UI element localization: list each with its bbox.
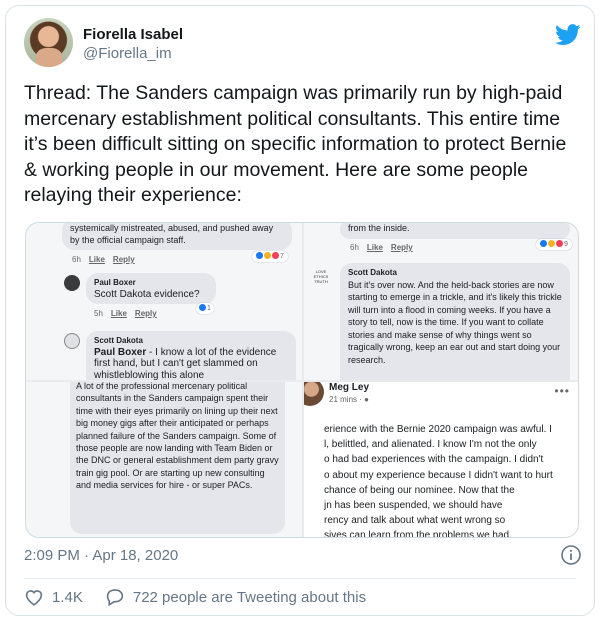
post-time: 21 mins · ● [329, 395, 369, 404]
post-author: Meg Ley [329, 382, 370, 393]
screenshot-panel-1: systemically mistreated, abused, and pus… [26, 223, 302, 380]
ethics-badge-avatar: LOVE ETHICS TRUTH [310, 265, 332, 287]
comment-meta: 6h Like Reply [72, 255, 135, 264]
comment-bubble: Paul Boxer Scott Dakota evidence? [86, 273, 216, 304]
tweet-card: Fiorella Isabel @Fiorella_im Thread: The… [5, 5, 595, 616]
twitter-bird-icon[interactable] [555, 24, 581, 46]
comment-meta: 5h Like Reply [94, 309, 157, 318]
post-line: rency and talk about what went wrong so [324, 515, 506, 527]
reaction-number: 9 [564, 241, 568, 248]
post-line: chance of being our nominee. Now that th… [324, 484, 515, 496]
comment-bubble: Scott Dakota But it's over now. And the … [340, 263, 570, 380]
comment-time: 6h [72, 255, 81, 264]
tweet-text: Thread: The Sanders campaign was primari… [24, 82, 567, 206]
like-button[interactable]: 1.4K [24, 588, 83, 606]
comment-text: systemically mistreated, abused, and pus… [70, 223, 274, 245]
reaction-count: 7 [252, 251, 288, 262]
post-line: jn has been suspended, we should have [324, 500, 503, 512]
post-line: erience with the Bernie 2020 campaign wa… [324, 424, 552, 435]
comment-author: Paul Boxer [94, 278, 136, 287]
screenshot-panel-2: from the inside. 6h Like Reply 9 LOVE ETHI… [304, 223, 578, 380]
reply-link[interactable]: Reply [391, 243, 413, 252]
reply-link[interactable]: Reply [135, 309, 157, 318]
comment-time: 5h [94, 309, 103, 318]
post-text: erience with the Bernie 2020 campaign wa… [324, 422, 578, 538]
comment-text: A lot of the professional mercenary poli… [70, 382, 285, 534]
screenshot-panel-4: Meg Ley 21 mins · ● ••• erience with the… [304, 382, 578, 538]
like-count: 1.4K [52, 588, 83, 606]
comment-author: Scott Dakota [94, 336, 143, 345]
tweet-actions: 1.4K 722 people are Tweeting about this [24, 586, 366, 608]
comment-time: 6h [350, 243, 359, 252]
globe-icon: ● [364, 395, 369, 404]
screenshot-panel-3: A lot of the professional mercenary poli… [26, 382, 302, 537]
post-line: l, belittled, and alienated. I know I'm … [324, 439, 537, 451]
post-line: o about my experience because I didn't w… [324, 469, 553, 481]
more-options-icon: ••• [554, 384, 570, 398]
info-icon[interactable] [560, 544, 582, 566]
tweeting-about-text: 722 people are Tweeting about this [132, 588, 367, 606]
post-line: sives can learn from the problems we had… [324, 530, 512, 538]
tweeting-about-link[interactable]: 722 people are Tweeting about this [105, 588, 366, 606]
reaction-count: 9 [536, 239, 572, 250]
reaction-number: 1 [207, 305, 211, 312]
comment-author: Scott Dakota [348, 268, 397, 277]
comment-bubble: Scott Dakota Paul Boxer - I know a lot o… [86, 331, 296, 380]
tweet-media[interactable]: systemically mistreated, abused, and pus… [25, 222, 579, 538]
speech-bubble-icon [106, 589, 124, 606]
display-name[interactable]: Fiorella Isabel [83, 26, 183, 43]
avatar [64, 275, 80, 291]
comment-text: Scott Dakota evidence? [94, 288, 200, 300]
post-time-text: 21 mins · [329, 395, 365, 404]
like-link[interactable]: Like [111, 309, 127, 318]
comment-meta: 6h Like Reply [350, 243, 413, 252]
reaction-count: 1 [196, 303, 214, 314]
avatar[interactable] [24, 18, 73, 67]
divider [24, 578, 576, 579]
avatar [64, 333, 80, 349]
post-line: o had bad experiences with the campaign.… [324, 454, 544, 466]
comment-text: But it's over now. And the held-back sto… [348, 279, 562, 365]
comment-bubble: from the inside. [340, 223, 570, 239]
avatar [304, 382, 324, 406]
user-handle[interactable]: @Fiorella_im [83, 45, 172, 62]
mention: Paul Boxer [94, 346, 147, 358]
heart-icon [25, 590, 43, 606]
reply-link[interactable]: Reply [113, 255, 135, 264]
tweet-timestamp[interactable]: 2:09 PM · Apr 18, 2020 [24, 547, 178, 564]
like-link[interactable]: Like [367, 243, 383, 252]
comment-text: from the inside. [348, 223, 410, 233]
comment-bubble: systemically mistreated, abused, and pus… [62, 223, 292, 250]
reaction-number: 7 [280, 253, 284, 260]
like-link[interactable]: Like [89, 255, 105, 264]
